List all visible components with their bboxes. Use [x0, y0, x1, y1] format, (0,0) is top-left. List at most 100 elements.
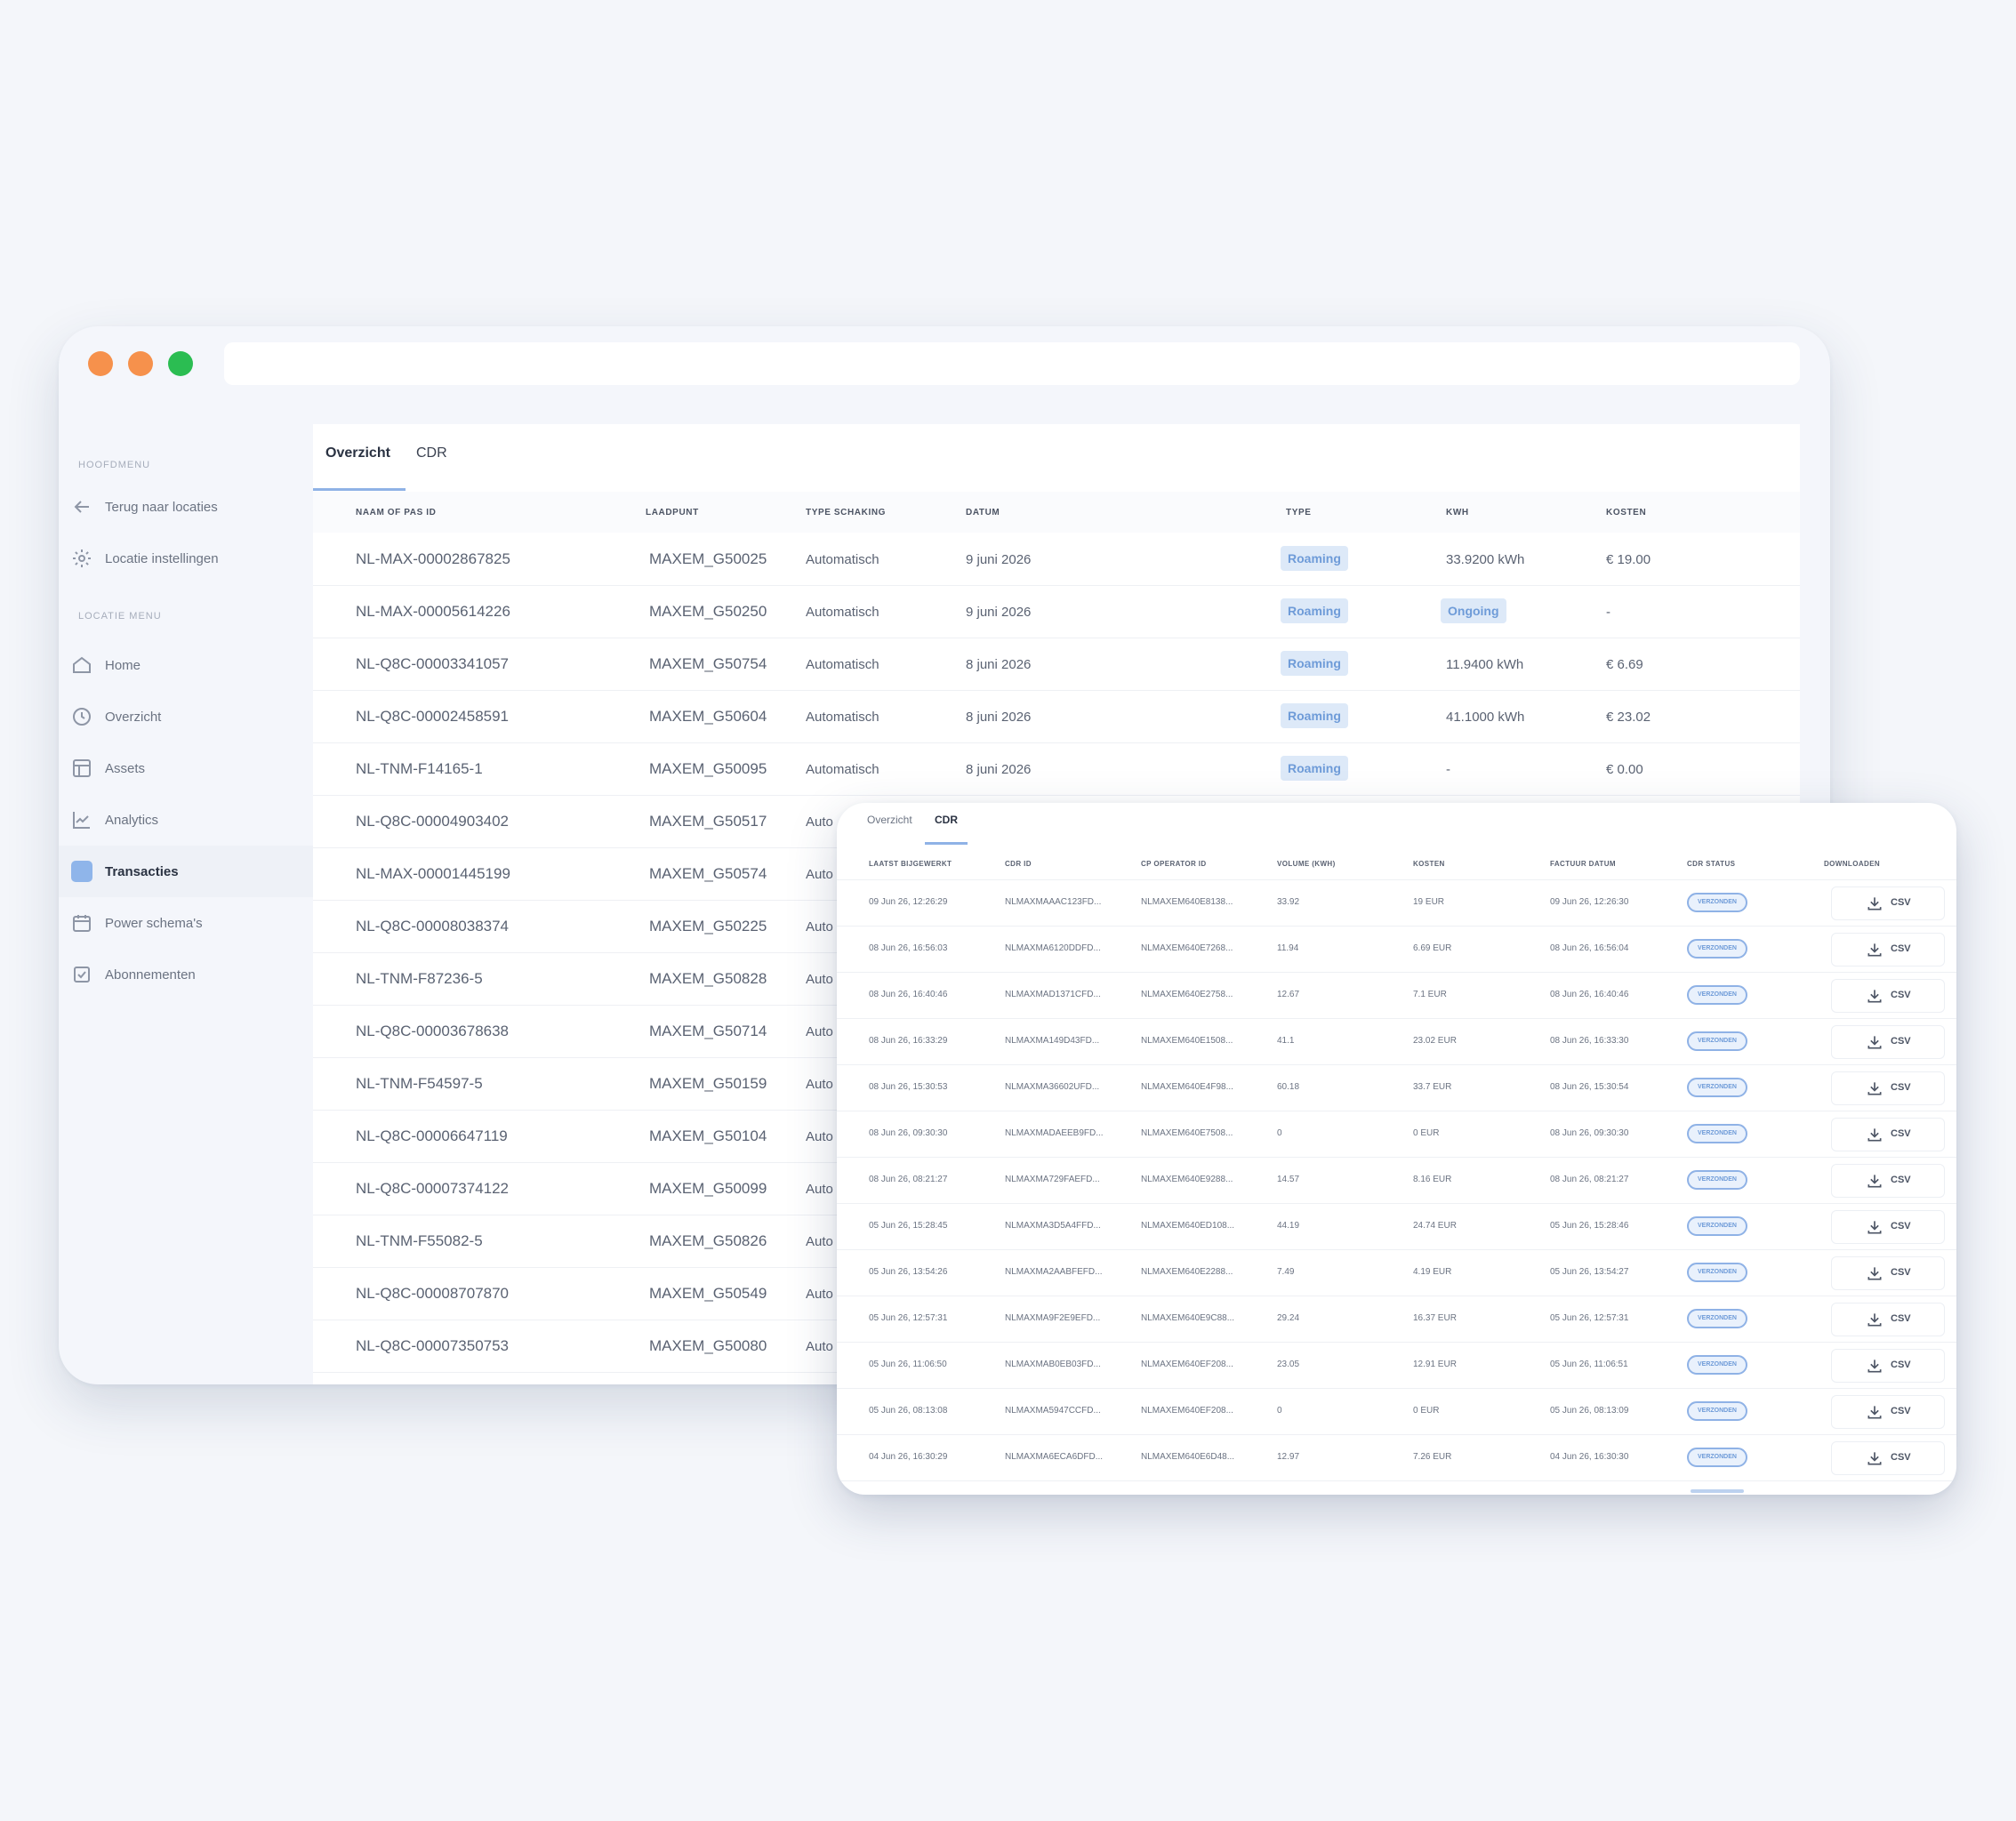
table-row[interactable]: 08 Jun 26, 15:30:53 NLMAXMA36602UFD... NLM…	[837, 1064, 1956, 1111]
tab-cdr[interactable]: CDR	[416, 445, 447, 461]
type-badge: Roaming	[1281, 546, 1348, 571]
table-row[interactable]: NL-Q8C-00003341057 MAXEM_G50754 Automatisc…	[313, 638, 1800, 691]
tab-overzicht[interactable]: Overzicht	[325, 445, 390, 461]
updated-cell: 08 Jun 26, 09:30:30	[869, 1128, 948, 1138]
laadpunt-cell: MAXEM_G50225	[649, 918, 767, 935]
kosten-cell: 33.7 EUR	[1413, 1082, 1452, 1092]
column-header[interactable]: TYPE SCHAKING	[806, 508, 886, 517]
horizontal-scrollbar[interactable]	[1691, 1489, 1744, 1493]
pas-id-cell: NL-MAX-00002867825	[356, 550, 510, 567]
updated-cell: 05 Jun 26, 12:57:31	[869, 1313, 948, 1323]
kosten-cell: 8.16 EUR	[1413, 1175, 1452, 1184]
column-header[interactable]: VOLUME (KWH)	[1277, 860, 1336, 868]
sidebar-item-label: Home	[105, 657, 141, 673]
table-row[interactable]: 08 Jun 26, 09:30:30 NLMAXMADAEEB9FD... NLM…	[837, 1111, 1956, 1158]
window-minimize-dot[interactable]	[128, 351, 153, 376]
download-csv-button[interactable]: CSV	[1831, 1210, 1945, 1244]
cp-operator-cell: NLMAXEM640E1508...	[1141, 1036, 1233, 1046]
cp-operator-cell: NLMAXEM640E9C88...	[1141, 1313, 1235, 1323]
download-csv-button[interactable]: CSV	[1831, 979, 1945, 1013]
download-csv-button[interactable]: CSV	[1831, 933, 1945, 967]
address-bar[interactable]	[224, 342, 1800, 385]
cdr-id-cell: NLMAXMA9F2E9EFD...	[1005, 1313, 1101, 1323]
download-csv-button[interactable]: CSV	[1831, 1164, 1945, 1198]
download-icon	[1866, 1126, 1883, 1143]
download-label: CSV	[1891, 943, 1911, 954]
kosten-cell: 23.02 EUR	[1413, 1036, 1457, 1046]
laadpunt-cell: MAXEM_G50549	[649, 1285, 767, 1302]
sidebar-item-location-settings[interactable]: Locatie instellingen	[59, 533, 313, 584]
download-csv-button[interactable]: CSV	[1831, 1256, 1945, 1290]
download-csv-button[interactable]: CSV	[1831, 1441, 1945, 1475]
column-header[interactable]: KWH	[1446, 508, 1469, 517]
table-row[interactable]: 05 Jun 26, 11:06:50 NLMAXMAB0EB03FD... NLM…	[837, 1342, 1956, 1389]
column-header[interactable]: CDR ID	[1005, 860, 1032, 868]
download-csv-button[interactable]: CSV	[1831, 1349, 1945, 1383]
table-row[interactable]: 09 Jun 26, 12:26:29 NLMAXMAAAC123FD... NLM…	[837, 879, 1956, 927]
column-header[interactable]: LAATST BIJGEWERKT	[869, 860, 952, 868]
status-badge: VERZONDEN	[1687, 1170, 1747, 1190]
column-header[interactable]: CDR STATUS	[1687, 860, 1735, 868]
sidebar-item-label: Assets	[105, 760, 146, 776]
table-row[interactable]: 08 Jun 26, 16:40:46 NLMAXMAD1371CFD... NLM…	[837, 972, 1956, 1019]
window-close-dot[interactable]	[88, 351, 113, 376]
sidebar-item-transacties[interactable]: Transacties	[59, 846, 313, 897]
table-row[interactable]: 08 Jun 26, 08:21:27 NLMAXMA729FAEFD... NLM…	[837, 1157, 1956, 1204]
sidebar-item-overzicht[interactable]: Overzicht	[59, 691, 313, 742]
volume-cell: 0	[1277, 1406, 1282, 1416]
table-row[interactable]: 05 Jun 26, 13:54:26 NLMAXMA2AABFEFD... NLM…	[837, 1249, 1956, 1296]
status-badge: VERZONDEN	[1687, 893, 1747, 912]
table-row[interactable]: NL-MAX-00005614226 MAXEM_G50250 Automatisc…	[313, 585, 1800, 638]
sidebar-item-label: Locatie instellingen	[105, 550, 219, 566]
download-csv-button[interactable]: CSV	[1831, 1303, 1945, 1336]
pas-id-cell: NL-Q8C-00008038374	[356, 918, 510, 935]
column-header[interactable]: LAADPUNT	[646, 508, 699, 517]
table-row[interactable]: 05 Jun 26, 12:57:31 NLMAXMA9F2E9EFD... NLM…	[837, 1296, 1956, 1343]
download-label: CSV	[1891, 1221, 1911, 1231]
table-row[interactable]: 05 Jun 26, 08:13:08 NLMAXMA5947CCFD... NLM…	[837, 1388, 1956, 1435]
sidebar-section-location: LOCATIE MENU	[78, 611, 162, 622]
column-header[interactable]: KOSTEN	[1413, 860, 1445, 868]
laadpunt-cell: MAXEM_G50095	[649, 760, 767, 777]
schaking-cell: Auto	[806, 1339, 833, 1354]
download-csv-button[interactable]: CSV	[1831, 886, 1945, 920]
kosten-cell: 16.37 EUR	[1413, 1313, 1457, 1323]
table-row[interactable]: 04 Jun 26, 16:30:29 NLMAXMA6ECA6DFD... NLM…	[837, 1434, 1956, 1481]
kosten-cell: 7.26 EUR	[1413, 1452, 1452, 1462]
factuur-cell: 08 Jun 26, 09:30:30	[1550, 1128, 1629, 1138]
kosten-cell: € 23.02	[1606, 710, 1651, 725]
sidebar-item-back[interactable]: Terug naar locaties	[59, 481, 313, 533]
tab-cdr[interactable]: CDR	[935, 814, 958, 826]
table-row[interactable]: 08 Jun 26, 16:33:29 NLMAXMA149D43FD... NLM…	[837, 1018, 1956, 1065]
sidebar-item-abonnementen[interactable]: Abonnementen	[59, 949, 313, 1000]
column-header[interactable]: KOSTEN	[1606, 508, 1646, 517]
chart-line-icon	[71, 809, 92, 830]
sidebar-item-home[interactable]: Home	[59, 639, 313, 691]
download-icon	[1866, 1079, 1883, 1097]
table-row[interactable]: NL-MAX-00002867825 MAXEM_G50025 Automatisc…	[313, 533, 1800, 586]
tab-overzicht[interactable]: Overzicht	[867, 814, 912, 826]
datum-cell: 8 juni 2026	[966, 710, 1032, 725]
column-header[interactable]: NAAM OF PAS ID	[356, 508, 436, 517]
cdr-id-cell: NLMAXMA729FAEFD...	[1005, 1175, 1100, 1184]
table-row[interactable]: NL-TNM-F14165-1 MAXEM_G50095 Automatisch 8 …	[313, 742, 1800, 796]
download-csv-button[interactable]: CSV	[1831, 1395, 1945, 1429]
table-row[interactable]: 08 Jun 26, 16:56:03 NLMAXMA6120DDFD... NLM…	[837, 926, 1956, 973]
sidebar-item-assets[interactable]: Assets	[59, 742, 313, 794]
download-csv-button[interactable]: CSV	[1831, 1118, 1945, 1151]
window-maximize-dot[interactable]	[168, 351, 193, 376]
schaking-cell: Automatisch	[806, 605, 879, 620]
download-csv-button[interactable]: CSV	[1831, 1071, 1945, 1105]
sidebar-item-power-schemas[interactable]: Power schema's	[59, 897, 313, 949]
column-header[interactable]: CP OPERATOR ID	[1141, 860, 1207, 868]
table-row[interactable]: NL-Q8C-00002458591 MAXEM_G50604 Automatisc…	[313, 690, 1800, 743]
download-csv-button[interactable]: CSV	[1831, 1025, 1945, 1059]
laadpunt-cell: MAXEM_G50604	[649, 708, 767, 725]
column-header[interactable]: TYPE	[1286, 508, 1312, 517]
table-row[interactable]: 05 Jun 26, 15:28:45 NLMAXMA3D5A4FFD... NLM…	[837, 1203, 1956, 1250]
volume-cell: 33.92	[1277, 897, 1300, 907]
sidebar-item-analytics[interactable]: Analytics	[59, 794, 313, 846]
schaking-cell: Automatisch	[806, 762, 879, 777]
column-header[interactable]: FACTUUR DATUM	[1550, 860, 1616, 868]
column-header[interactable]: DATUM	[966, 508, 1000, 517]
